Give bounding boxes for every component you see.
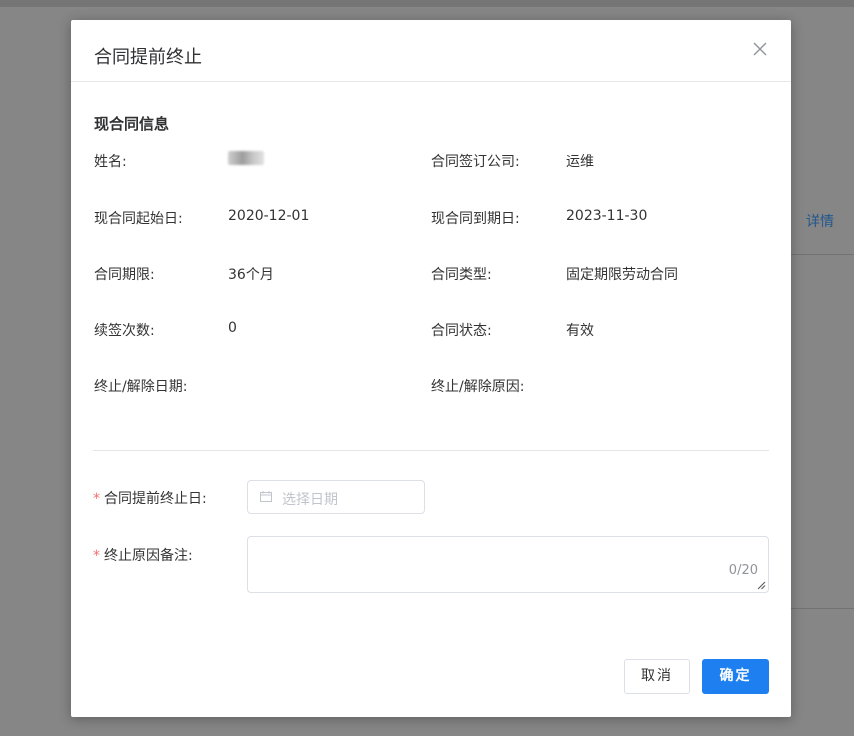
reason-remark-label: * 终止原因备注: <box>93 545 193 565</box>
start-date-value: 2020-12-01 <box>228 208 310 224</box>
resize-handle-icon[interactable] <box>757 581 766 590</box>
reason-remark-label-text: 终止原因备注: <box>104 548 193 564</box>
company-value: 运维 <box>566 154 594 170</box>
contract-status-value: 有效 <box>566 323 594 339</box>
company-label: 合同签订公司: <box>431 154 520 170</box>
cancel-button[interactable]: 取消 <box>624 659 690 694</box>
end-date-value: 2023-11-30 <box>566 208 648 224</box>
name-value-redacted <box>228 151 264 165</box>
dialog-title: 合同提前终止 <box>94 47 202 68</box>
contract-type-label: 合同类型: <box>431 267 492 283</box>
end-date-label: 现合同到期日: <box>431 211 520 227</box>
termination-reason-label: 终止/解除原因: <box>431 379 525 395</box>
renewal-count-label: 续签次数: <box>94 323 155 339</box>
dialog-header: 合同提前终止 <box>71 20 791 82</box>
required-mark: * <box>93 548 100 564</box>
section-title: 现合同信息 <box>94 115 170 133</box>
early-end-date-label-text: 合同提前终止日: <box>104 491 207 507</box>
termination-date-label: 终止/解除日期: <box>94 379 188 395</box>
renewal-count-value: 0 <box>228 320 237 336</box>
char-counter: 0/20 <box>728 563 758 578</box>
term-value: 36个月 <box>228 267 274 283</box>
early-end-date-picker[interactable]: 选择日期 <box>247 480 425 514</box>
confirm-button[interactable]: 确定 <box>702 659 769 694</box>
early-end-date-label: * 合同提前终止日: <box>93 488 207 508</box>
term-label: 合同期限: <box>94 267 155 283</box>
date-placeholder: 选择日期 <box>282 492 338 508</box>
required-mark: * <box>93 491 100 507</box>
contract-status-label: 合同状态: <box>431 323 492 339</box>
reason-remark-textarea[interactable]: 0/20 <box>247 536 769 593</box>
name-label: 姓名: <box>94 154 127 170</box>
contract-type-value: 固定期限劳动合同 <box>566 267 678 283</box>
close-icon[interactable] <box>751 40 769 58</box>
contract-termination-dialog: 合同提前终止 现合同信息 姓名: 合同签订公司: 运维 现合同起始日: 2020… <box>71 20 791 717</box>
start-date-label: 现合同起始日: <box>94 211 183 227</box>
section-divider <box>93 450 769 451</box>
calendar-icon <box>260 491 272 502</box>
